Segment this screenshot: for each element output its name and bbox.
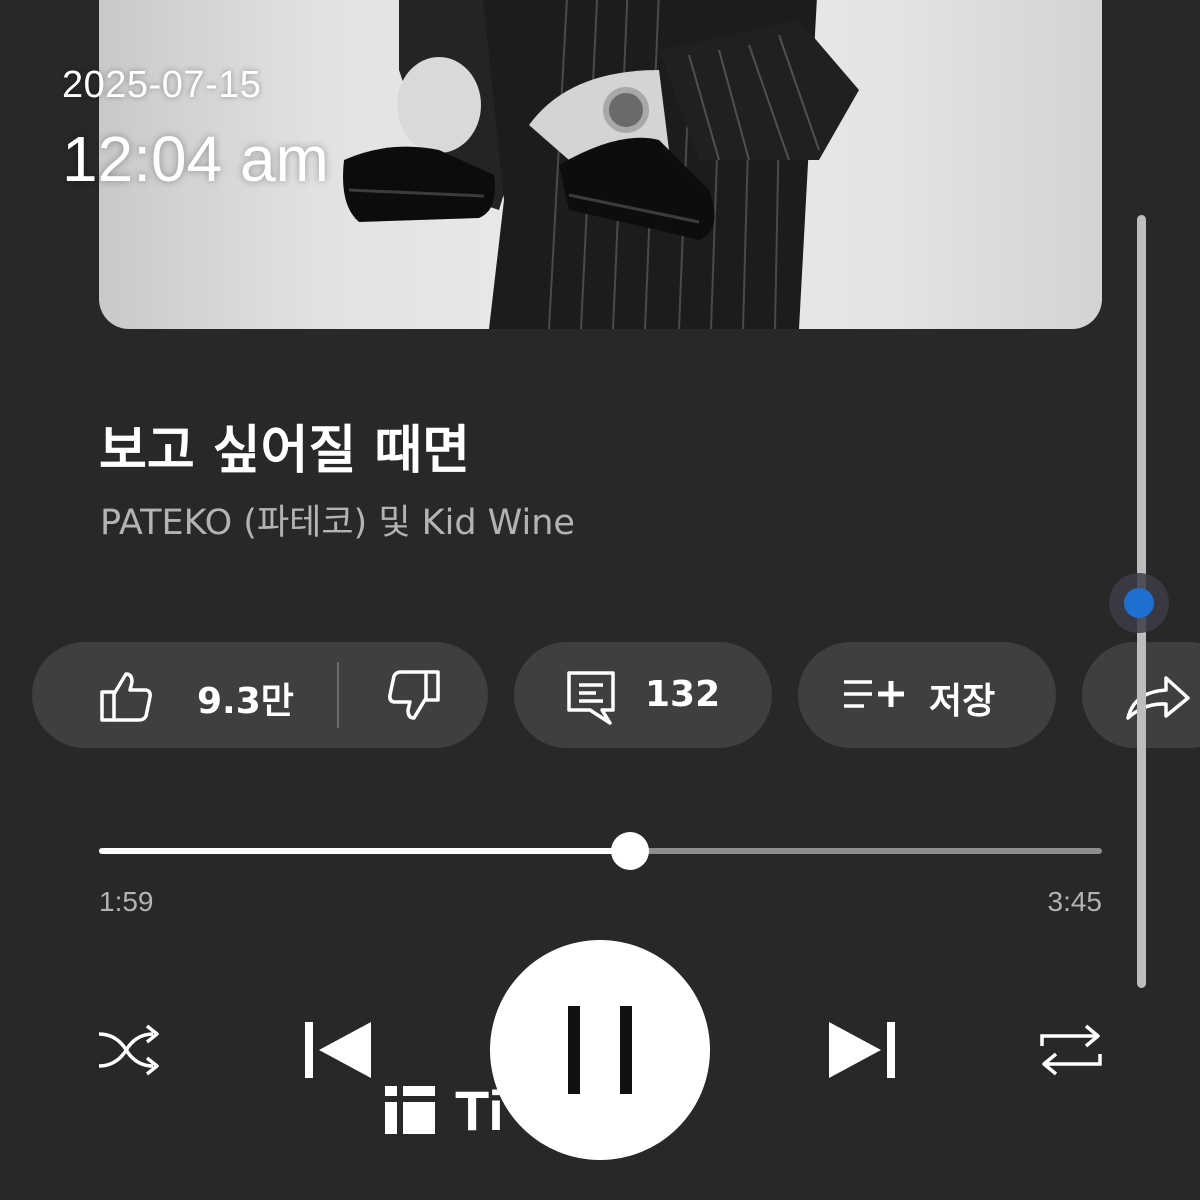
playlist-add-icon (844, 680, 904, 708)
progress-track[interactable] (99, 832, 1102, 870)
scroll-handle[interactable] (1124, 588, 1154, 618)
thumbs-up-icon (100, 672, 152, 722)
threads-watermark: Ti ead (385, 1078, 616, 1142)
shuffle-icon[interactable] (97, 1022, 163, 1078)
watermark-text: Ti ead (455, 1078, 616, 1142)
current-time: 1:59 (99, 886, 154, 917)
progress-thumb[interactable] (610, 832, 649, 870)
share-icon (1126, 676, 1190, 720)
overlay-date: 2025-07-15 (62, 64, 262, 106)
comment-count: 132 (645, 674, 721, 715)
like-button[interactable]: 9.3만 (72, 642, 332, 748)
song-title: 보고 싶어질 때면 (99, 421, 471, 481)
save-button[interactable]: 저장 (798, 642, 1056, 748)
skip-previous-icon[interactable] (305, 1020, 375, 1080)
like-divider (337, 662, 339, 728)
repeat-icon[interactable] (1038, 1020, 1104, 1080)
comment-icon (567, 671, 615, 725)
like-count: 9.3만 (197, 681, 294, 722)
artist-name[interactable]: PATEKO (파테코) 및 Kid Wine (100, 494, 575, 545)
overlay-time: 12:04 am (62, 123, 329, 195)
like-dislike-pill: 9.3만 (32, 642, 488, 748)
threads-logo-icon (385, 1086, 435, 1134)
comment-button[interactable]: 132 (514, 642, 772, 748)
dislike-button[interactable] (352, 642, 472, 748)
total-time: 3:45 (1047, 886, 1103, 917)
progress-fill (99, 848, 630, 854)
skip-next-icon[interactable] (825, 1020, 895, 1080)
save-label: 저장 (929, 681, 996, 722)
thumbs-down-icon (388, 670, 440, 720)
